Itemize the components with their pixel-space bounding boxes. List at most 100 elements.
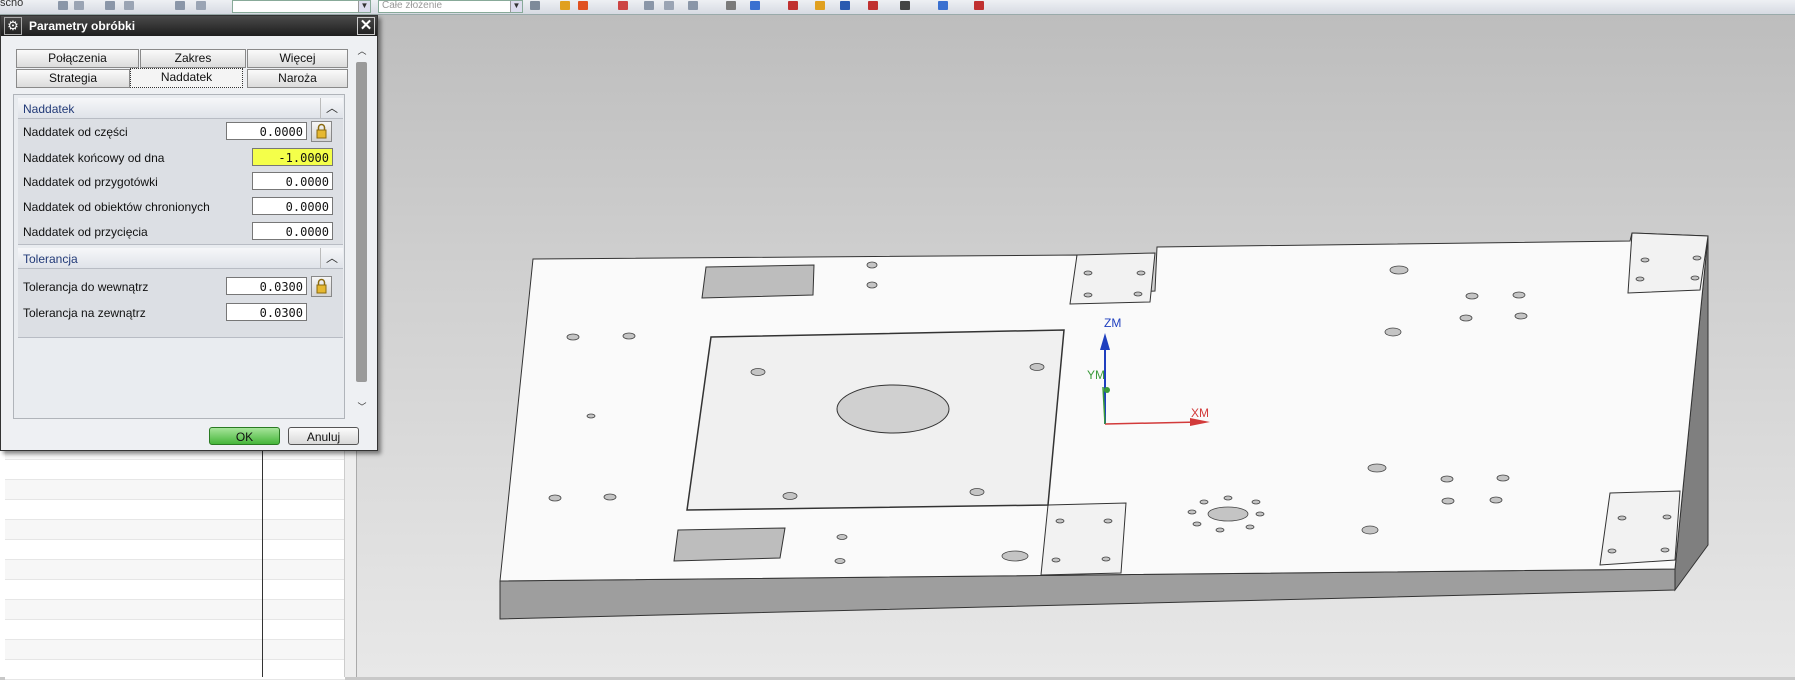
navigator-grid [5, 440, 345, 680]
center-bore [836, 384, 950, 434]
toolbar-icon[interactable] [900, 1, 910, 10]
tab-naddatek[interactable]: Naddatek [130, 68, 243, 88]
toolbar-icon[interactable] [530, 1, 540, 10]
toolbar-menu-text[interactable]: ścho [0, 0, 23, 9]
corner-pad [1040, 502, 1127, 576]
group-body-tolerancja: Tolerancja do wewnątrz 0.0300 Tolerancja… [18, 269, 343, 338]
toolbar-combo-filter[interactable]: ▼ [232, 0, 371, 13]
toolbar-icon[interactable] [726, 1, 736, 10]
corner-pad [1599, 490, 1681, 566]
outtol-input[interactable]: 0.0300 [226, 303, 307, 321]
trim-stock-input[interactable]: 0.0000 [252, 222, 333, 240]
field-row: Tolerancja do wewnątrz 0.0300 [18, 276, 343, 298]
navigator-row[interactable] [5, 520, 345, 540]
navigator-row[interactable] [5, 560, 345, 580]
toolbar-icon[interactable] [788, 1, 798, 10]
blank-stock-input[interactable]: 0.0000 [252, 172, 333, 190]
cube-icon[interactable] [750, 1, 760, 10]
toolbar-icon[interactable] [974, 1, 984, 10]
chevron-up-icon[interactable]: ︿ [355, 44, 369, 58]
toolbar-icon[interactable] [688, 1, 698, 10]
cube-icon[interactable] [938, 1, 948, 10]
close-button[interactable]: ✕ [357, 17, 375, 35]
field-row: Naddatek końcowy od dna -1.0000 [18, 147, 343, 169]
chevron-up-icon[interactable]: ︿ [320, 248, 343, 268]
snap-icon[interactable] [560, 1, 570, 10]
pocket [701, 264, 815, 299]
field-row: Naddatek od przycięcia 0.0000 [18, 221, 343, 243]
tab-polaczenia[interactable]: Połączenia [16, 49, 139, 68]
top-toolbar: ścho ▼ Całe złożenie ▼ [0, 0, 1795, 15]
navigator-row[interactable] [5, 500, 345, 520]
dialog-title: Parametry obróbki [29, 19, 136, 33]
toolbar-icon[interactable] [74, 1, 84, 10]
field-row: Naddatek od części 0.0000 [18, 121, 343, 143]
group-header-naddatek[interactable]: Naddatek ︿ [18, 98, 343, 119]
rotate-icon[interactable] [840, 1, 850, 10]
operation-navigator[interactable] [0, 440, 357, 680]
navigator-row[interactable] [5, 640, 345, 660]
toolbar-icon[interactable] [105, 1, 115, 10]
point-icon[interactable] [618, 1, 628, 10]
group-header-tolerancja[interactable]: Tolerancja ︿ [18, 248, 343, 269]
toolbar-combo-scope[interactable]: Całe złożenie ▼ [378, 0, 523, 13]
cancel-button[interactable]: Anuluj [288, 427, 359, 445]
chevron-down-icon[interactable]: ▼ [358, 1, 370, 12]
field-label: Tolerancja do wewnątrz [23, 280, 149, 294]
check-stock-input[interactable]: 0.0000 [252, 197, 333, 215]
dialog-titlebar[interactable]: ⚙ Parametry obróbki ✕ [1, 16, 377, 36]
ok-button[interactable]: OK [209, 427, 280, 445]
toolbar-icon[interactable] [58, 1, 68, 10]
navigator-row[interactable] [5, 580, 345, 600]
field-label: Naddatek od obiektów chronionych [23, 200, 210, 214]
toolbar-icon[interactable] [175, 1, 185, 10]
field-label: Naddatek od przycięcia [23, 225, 148, 239]
tab-content-panel: Naddatek ︿ Naddatek od części 0.0000 Nad… [13, 94, 345, 419]
column-divider[interactable] [262, 440, 263, 677]
chevron-down-icon[interactable]: ▼ [510, 1, 522, 12]
dialog-scrollbar[interactable]: ︿ ﹀ [355, 42, 369, 416]
toolbar-icon[interactable] [815, 1, 825, 10]
navigator-scrollbar[interactable] [344, 440, 356, 677]
toolbar-icon[interactable] [664, 1, 674, 10]
chevron-down-icon[interactable]: ﹀ [355, 400, 369, 414]
navigator-row[interactable] [5, 460, 345, 480]
axis-label-zm: ZM [1104, 316, 1122, 330]
axis-origin-marker [1104, 387, 1110, 393]
intol-input[interactable]: 0.0300 [226, 277, 307, 295]
tab-strategia[interactable]: Strategia [16, 69, 130, 88]
lock-icon[interactable] [311, 121, 332, 142]
navigator-row[interactable] [5, 620, 345, 640]
corner-pad [1069, 252, 1156, 305]
navigator-row[interactable] [5, 600, 345, 620]
field-row: Naddatek od przygotówki 0.0000 [18, 171, 343, 193]
chevron-up-icon[interactable]: ︿ [320, 98, 343, 118]
navigator-row[interactable] [5, 480, 345, 500]
navigator-row[interactable] [5, 540, 345, 560]
toolbar-icon[interactable] [644, 1, 654, 10]
field-row: Tolerancja na zewnątrz 0.0300 [18, 302, 343, 324]
toolbar-icon[interactable] [868, 1, 878, 10]
scrollbar-thumb[interactable] [356, 62, 367, 382]
corner-pad [1627, 232, 1709, 294]
snap-icon[interactable] [578, 1, 588, 10]
field-label: Naddatek od części [23, 125, 128, 139]
stock-part-input[interactable]: 0.0000 [226, 122, 307, 140]
field-row: Naddatek od obiektów chronionych 0.0000 [18, 196, 343, 218]
toolbar-icon[interactable] [124, 1, 134, 10]
tab-wiecej[interactable]: Więcej [247, 49, 348, 68]
tab-zakres[interactable]: Zakres [140, 49, 246, 68]
final-floor-stock-input[interactable]: -1.0000 [252, 148, 333, 166]
field-label: Naddatek końcowy od dna [23, 151, 165, 165]
group-title: Naddatek [23, 102, 75, 116]
tab-naroza[interactable]: Naroża [247, 69, 348, 88]
gear-icon[interactable]: ⚙ [4, 17, 22, 35]
group-title: Tolerancja [23, 252, 78, 266]
lock-icon[interactable] [311, 276, 332, 297]
axis-label-xm: XM [1191, 406, 1209, 420]
group-body-naddatek: Naddatek od części 0.0000 Naddatek końco… [18, 119, 343, 245]
navigator-row[interactable] [5, 660, 345, 680]
toolbar-icon[interactable] [196, 1, 206, 10]
pocket [673, 527, 786, 562]
axis-label-ym: YM [1087, 368, 1105, 382]
